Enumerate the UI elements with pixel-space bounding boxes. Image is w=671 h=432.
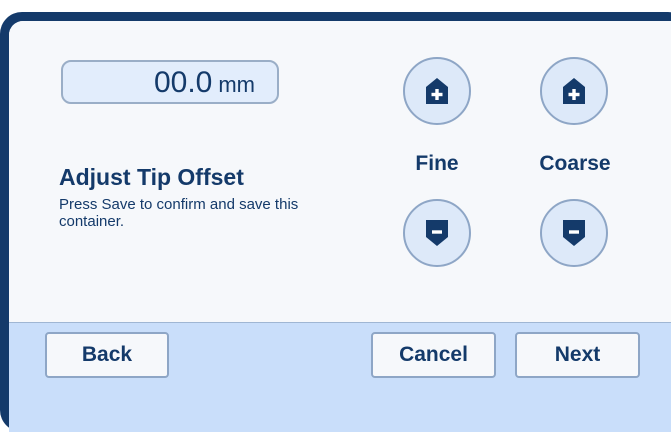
fine-increase-button[interactable] — [403, 57, 471, 125]
back-button[interactable]: Back — [45, 332, 169, 378]
instruction-text: Press Save to confirm and save this cont… — [59, 196, 299, 230]
tip-offset-display: 00.0 mm — [61, 60, 279, 104]
fine-decrease-button[interactable] — [403, 199, 471, 267]
minus-arrow-down-icon — [563, 220, 585, 246]
cancel-button[interactable]: Cancel — [371, 332, 496, 378]
coarse-label: Coarse — [539, 152, 611, 175]
minus-arrow-down-icon — [426, 220, 448, 246]
coarse-increase-button[interactable] — [540, 57, 608, 125]
plus-arrow-up-icon — [426, 78, 448, 104]
coarse-decrease-button[interactable] — [540, 199, 608, 267]
tip-offset-value: 00.0 — [153, 66, 213, 99]
plus-arrow-up-icon — [563, 78, 585, 104]
fine-label: Fine — [415, 152, 459, 175]
next-button[interactable]: Next — [515, 332, 640, 378]
page-title: Adjust Tip Offset — [59, 164, 244, 190]
tip-offset-unit: mm — [218, 72, 255, 97]
